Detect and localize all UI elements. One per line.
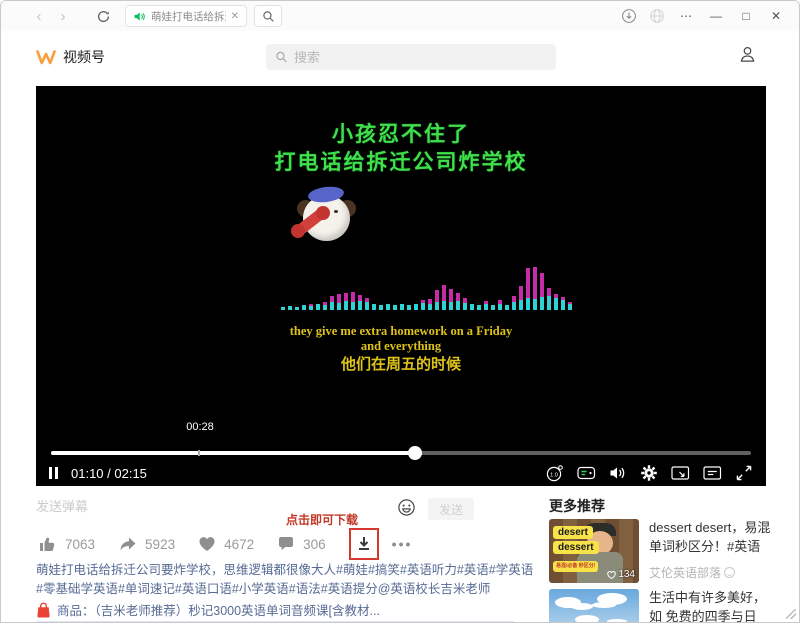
progress-handle[interactable] xyxy=(408,446,422,460)
resize-grip[interactable] xyxy=(786,609,796,619)
browser-chrome: ‹ › 萌娃打电话给拆迁公司要炸学 ✕ ⋯ — □ ✕ xyxy=(1,1,799,31)
browser-window: ‹ › 萌娃打电话给拆迁公司要炸学 ✕ ⋯ — □ ✕ xyxy=(0,0,800,623)
recommendation-thumbnail[interactable] xyxy=(549,589,639,623)
comment-count: 306 xyxy=(303,537,326,552)
send-button[interactable]: 发送 xyxy=(428,498,474,520)
globe-icon[interactable] xyxy=(643,8,671,24)
brand-label: 视频号 xyxy=(63,47,105,67)
video-list-icon[interactable] xyxy=(703,465,722,481)
emoji-icon[interactable] xyxy=(397,498,416,522)
channels-brand[interactable]: 视频号 xyxy=(35,47,105,67)
thumb-like-count: 134 xyxy=(607,569,635,580)
product-row[interactable]: 商品：（吉米老师推荐）秒记3000英语单词音频课[含教材... xyxy=(36,600,514,619)
share-stat[interactable]: 5923 xyxy=(118,536,175,553)
progress-played xyxy=(51,451,415,455)
more-options-icon[interactable]: ••• xyxy=(392,536,413,552)
site-header: 视频号 xyxy=(1,31,799,83)
recommendation-card[interactable]: 生活中有许多美好，如 免费的四季与日落、... xyxy=(549,589,775,623)
nav-back-icon[interactable]: ‹ xyxy=(27,8,51,25)
minimize-icon[interactable]: — xyxy=(701,9,731,23)
profile-icon[interactable] xyxy=(738,45,757,69)
video-player[interactable]: 小孩忍不住了 打电话给拆迁公司炸学校 they give me extra ho… xyxy=(36,86,766,486)
refresh-icon[interactable] xyxy=(89,9,117,24)
recommendation-thumbnail[interactable]: desert dessert 易混/必备 秒区分! 134 xyxy=(549,519,639,583)
hover-time-label: 00:28 xyxy=(180,421,220,433)
danmaku-bar: 点击即可下载 发送 xyxy=(36,498,514,522)
search-icon xyxy=(275,50,288,64)
download-icon xyxy=(355,535,373,553)
pause-button[interactable] xyxy=(49,467,58,479)
like-count: 7063 xyxy=(65,537,95,552)
video-overlay-title-1: 小孩忍不住了 xyxy=(36,118,766,148)
thumb-label: desert xyxy=(553,526,593,539)
danmaku-toggle-icon[interactable] xyxy=(577,465,596,481)
like-stat[interactable]: 7063 xyxy=(38,535,95,553)
comment-stat[interactable]: 306 xyxy=(277,536,326,552)
search-input[interactable] xyxy=(294,50,547,65)
header-search[interactable] xyxy=(266,44,556,70)
recommendation-card[interactable]: desert dessert 易混/必备 秒区分! 134 dessert de… xyxy=(549,519,775,583)
recommendations-heading: 更多推荐 xyxy=(549,496,775,516)
share-count: 5923 xyxy=(145,537,175,552)
recommendations-sidebar: 更多推荐 desert dessert 易混/必备 秒区分! 134 desse… xyxy=(549,496,775,516)
thumb-label: dessert xyxy=(553,541,599,554)
recommendation-title[interactable]: 生活中有许多美好，如 免费的四季与日落、... xyxy=(649,589,775,623)
tab-audio-icon xyxy=(133,10,146,23)
recommendation-title[interactable]: dessert desert，易混 单词秒区分！#英语 #... xyxy=(649,519,775,557)
fullscreen-icon[interactable] xyxy=(735,464,753,482)
thumbs-up-icon xyxy=(38,535,57,553)
download-button-highlight[interactable] xyxy=(349,528,379,560)
time-display: 01:10 / 02:15 xyxy=(71,466,147,481)
audio-equalizer xyxy=(281,258,581,310)
channel-badge-icon xyxy=(724,567,735,578)
stats-row: 7063 5923 4672 306 ••• xyxy=(38,528,412,560)
playback-speed-icon[interactable]: 1.0 xyxy=(545,464,564,483)
nav-forward-icon[interactable]: › xyxy=(51,8,75,25)
svg-text:1.0: 1.0 xyxy=(550,472,558,478)
dog-sticker xyxy=(294,186,360,248)
product-bag-icon xyxy=(36,602,51,618)
menu-icon[interactable]: ⋯ xyxy=(671,9,701,23)
window-controls: ⋯ — □ ✕ xyxy=(615,8,799,24)
product-link[interactable]: 商品：（吉米老师推荐）秒记3000英语单词音频课[含教材... xyxy=(57,600,380,619)
subtitle-en-2: and everything xyxy=(36,339,766,354)
tab-title: 萌娃打电话给拆迁公司要炸学 xyxy=(151,9,226,24)
tab-close-icon[interactable]: ✕ xyxy=(231,11,239,22)
volume-icon[interactable] xyxy=(609,465,627,481)
picture-in-picture-icon[interactable] xyxy=(671,465,690,481)
download-hint-annotation: 点击即可下载 xyxy=(286,511,358,528)
recommendation-channel[interactable]: 艾伦英语部落 xyxy=(649,564,775,581)
comment-bubble-icon xyxy=(277,536,295,552)
hover-tick xyxy=(198,450,200,456)
settings-gear-icon[interactable] xyxy=(640,464,658,482)
video-overlay-title-2: 打电话给拆迁公司炸学校 xyxy=(36,146,766,176)
player-controls: 01:10 / 02:15 1.0 xyxy=(49,462,753,484)
divider xyxy=(36,621,514,622)
progress-bar[interactable]: 00:28 xyxy=(51,449,751,457)
browser-tab[interactable]: 萌娃打电话给拆迁公司要炸学 ✕ xyxy=(125,5,247,27)
favorite-count: 4672 xyxy=(224,537,254,552)
favorite-stat[interactable]: 4672 xyxy=(198,536,254,552)
new-tab-search-button[interactable] xyxy=(254,5,282,27)
channels-logo-icon xyxy=(35,49,57,66)
video-description[interactable]: 萌娃打电话给拆迁公司要炸学校，思维逻辑都很像大人#萌娃#搞笑#英语听力#英语#学… xyxy=(36,561,534,599)
close-icon[interactable]: ✕ xyxy=(761,9,791,23)
subtitle-zh: 他们在周五的时候 xyxy=(36,353,766,374)
heart-icon xyxy=(198,536,216,552)
share-arrow-icon xyxy=(118,536,137,553)
download-manager-icon[interactable] xyxy=(615,8,643,24)
thumb-sublabel: 易混/必备 秒区分! xyxy=(553,561,598,572)
subtitle-en-1: they give me extra homework on a Friday xyxy=(36,324,766,339)
maximize-icon[interactable]: □ xyxy=(731,9,761,23)
heart-icon xyxy=(607,571,616,579)
